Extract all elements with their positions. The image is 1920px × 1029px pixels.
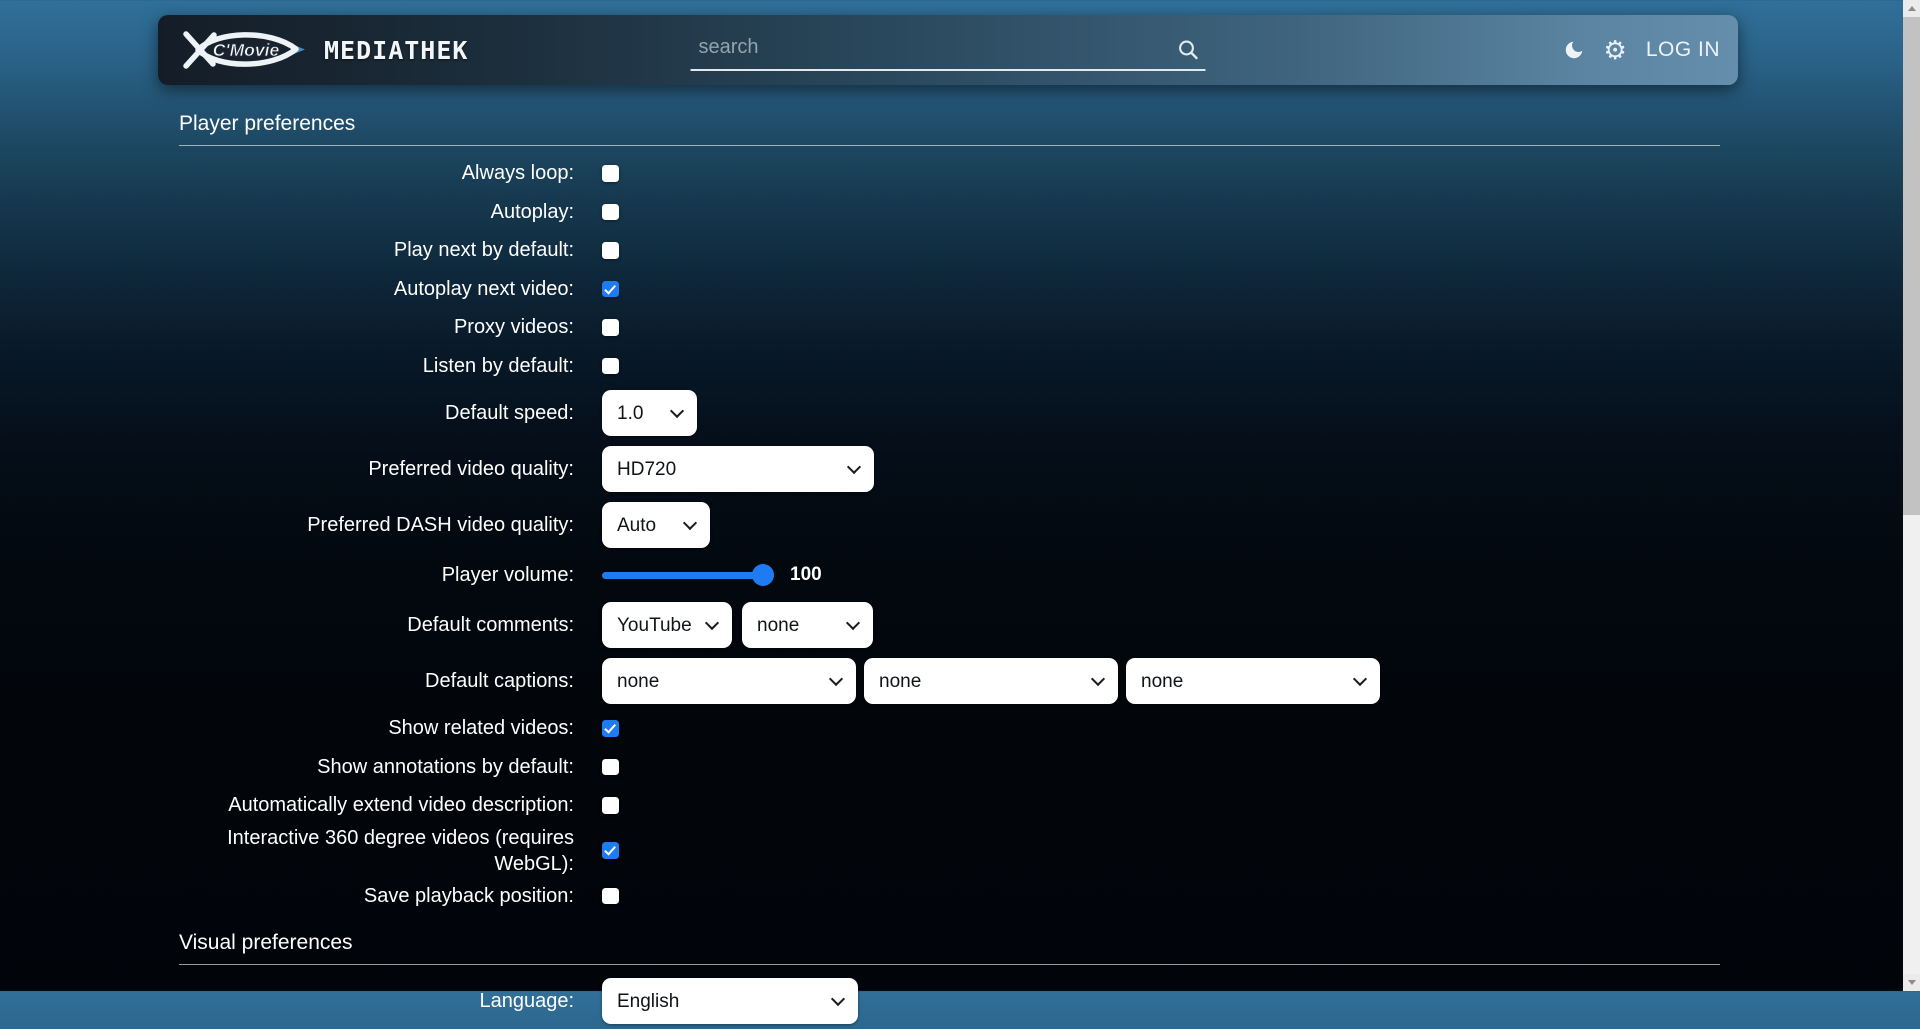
search-bar: [691, 31, 1206, 71]
360-videos-checkbox[interactable]: [602, 842, 619, 859]
captions-second-select-wrap: none: [864, 658, 1118, 704]
pref-row-360-videos: Interactive 360 degree videos (requires …: [179, 825, 1720, 877]
player-volume-value: 100: [790, 564, 822, 586]
pref-row-player-volume: Player volume: 100: [179, 553, 1720, 597]
autoplay-next-label: Autoplay next video:: [179, 276, 574, 302]
pref-row-default-comments: Default comments: YouTube none: [179, 597, 1720, 653]
scroll-up-icon: [1908, 6, 1916, 11]
captions-first-select-wrap: none: [602, 658, 856, 704]
scroll-down-icon: [1908, 980, 1916, 985]
pref-row-annotations: Show annotations by default:: [179, 748, 1720, 787]
360-videos-label: Interactive 360 degree videos (requires …: [179, 825, 574, 877]
default-speed-select-wrap: 1.0: [602, 390, 697, 436]
language-select-wrap: English: [602, 978, 858, 1024]
home-link[interactable]: C'Movie MEDIATHEK: [182, 27, 468, 73]
listen-default-checkbox[interactable]: [602, 358, 619, 375]
brand-title: MEDIATHEK: [324, 36, 468, 65]
pref-row-dash-quality: Preferred DASH video quality: Auto: [179, 497, 1720, 553]
pref-row-default-speed: Default speed: 1.0: [179, 385, 1720, 441]
video-quality-select[interactable]: HD720: [602, 446, 874, 492]
always-loop-checkbox[interactable]: [602, 165, 619, 182]
preferences-page: Player preferences Always loop: Autoplay…: [179, 112, 1720, 1029]
annotations-checkbox[interactable]: [602, 759, 619, 776]
captions-second-select[interactable]: none: [864, 658, 1118, 704]
comments-first-select[interactable]: YouTube: [602, 602, 732, 648]
scrollbar-down-button[interactable]: [1903, 974, 1920, 991]
related-videos-label: Show related videos:: [179, 715, 574, 741]
comments-second-select-wrap: none: [742, 602, 873, 648]
pref-row-save-position: Save playback position:: [179, 877, 1720, 916]
autoplay-checkbox[interactable]: [602, 204, 619, 221]
extend-description-label: Automatically extend video description:: [179, 792, 574, 818]
moon-icon: [1563, 39, 1585, 61]
play-next-checkbox[interactable]: [602, 242, 619, 259]
default-captions-label: Default captions:: [179, 668, 574, 694]
default-comments-label: Default comments:: [179, 612, 574, 638]
pref-row-related-videos: Show related videos:: [179, 709, 1720, 748]
pref-row-extend-description: Automatically extend video description:: [179, 786, 1720, 825]
fish-logo-icon: C'Movie: [182, 27, 308, 73]
player-volume-label: Player volume:: [179, 562, 574, 588]
dark-mode-toggle[interactable]: [1563, 39, 1585, 61]
login-link[interactable]: LOG IN: [1646, 38, 1720, 62]
default-speed-label: Default speed:: [179, 400, 574, 426]
proxy-videos-label: Proxy videos:: [179, 314, 574, 340]
captions-third-select[interactable]: none: [1126, 658, 1380, 704]
player-volume-slider[interactable]: [602, 564, 774, 586]
pref-row-listen-default: Listen by default:: [179, 347, 1720, 386]
annotations-label: Show annotations by default:: [179, 754, 574, 780]
video-quality-label: Preferred video quality:: [179, 456, 574, 482]
preferences-gear-icon[interactable]: ⚙: [1604, 37, 1627, 63]
dash-quality-label: Preferred DASH video quality:: [179, 512, 574, 538]
video-quality-select-wrap: HD720: [602, 446, 874, 492]
autoplay-label: Autoplay:: [179, 199, 574, 225]
scrollbar-thumb[interactable]: [1903, 17, 1920, 515]
scrollbar-up-button[interactable]: [1903, 0, 1920, 17]
pref-row-default-captions: Default captions: none none none: [179, 653, 1720, 709]
navbar-actions: ⚙ LOG IN: [1563, 15, 1721, 85]
captions-third-select-wrap: none: [1126, 658, 1380, 704]
proxy-videos-checkbox[interactable]: [602, 319, 619, 336]
pref-row-language: Language: English: [179, 973, 1720, 1029]
search-input[interactable]: [691, 31, 1206, 71]
logo-text: C'Movie: [213, 40, 280, 60]
extend-description-checkbox[interactable]: [602, 797, 619, 814]
language-label: Language:: [179, 988, 574, 1014]
related-videos-checkbox[interactable]: [602, 720, 619, 737]
pref-row-autoplay-next: Autoplay next video:: [179, 270, 1720, 309]
default-speed-select[interactable]: 1.0: [602, 390, 697, 436]
comments-first-select-wrap: YouTube: [602, 602, 732, 648]
comments-second-select[interactable]: none: [742, 602, 873, 648]
navbar: C'Movie MEDIATHEK ⚙ LOG IN: [158, 15, 1738, 85]
pref-row-autoplay: Autoplay:: [179, 193, 1720, 232]
captions-first-select[interactable]: none: [602, 658, 856, 704]
language-select[interactable]: English: [602, 978, 858, 1024]
search-icon[interactable]: [1178, 39, 1200, 61]
save-position-label: Save playback position:: [179, 883, 574, 909]
dash-quality-select-wrap: Auto: [602, 502, 710, 548]
save-position-checkbox[interactable]: [602, 888, 619, 905]
always-loop-label: Always loop:: [179, 160, 574, 186]
pref-row-play-next: Play next by default:: [179, 231, 1720, 270]
play-next-label: Play next by default:: [179, 237, 574, 263]
pref-row-video-quality: Preferred video quality: HD720: [179, 441, 1720, 497]
vertical-scrollbar: [1903, 0, 1920, 991]
pref-row-always-loop: Always loop:: [179, 154, 1720, 193]
autoplay-next-checkbox[interactable]: [602, 281, 619, 298]
visual-preferences-title: Visual preferences: [179, 931, 1720, 965]
player-preferences-title: Player preferences: [179, 112, 1720, 146]
pref-row-proxy-videos: Proxy videos:: [179, 308, 1720, 347]
dash-quality-select[interactable]: Auto: [602, 502, 710, 548]
listen-default-label: Listen by default:: [179, 353, 574, 379]
